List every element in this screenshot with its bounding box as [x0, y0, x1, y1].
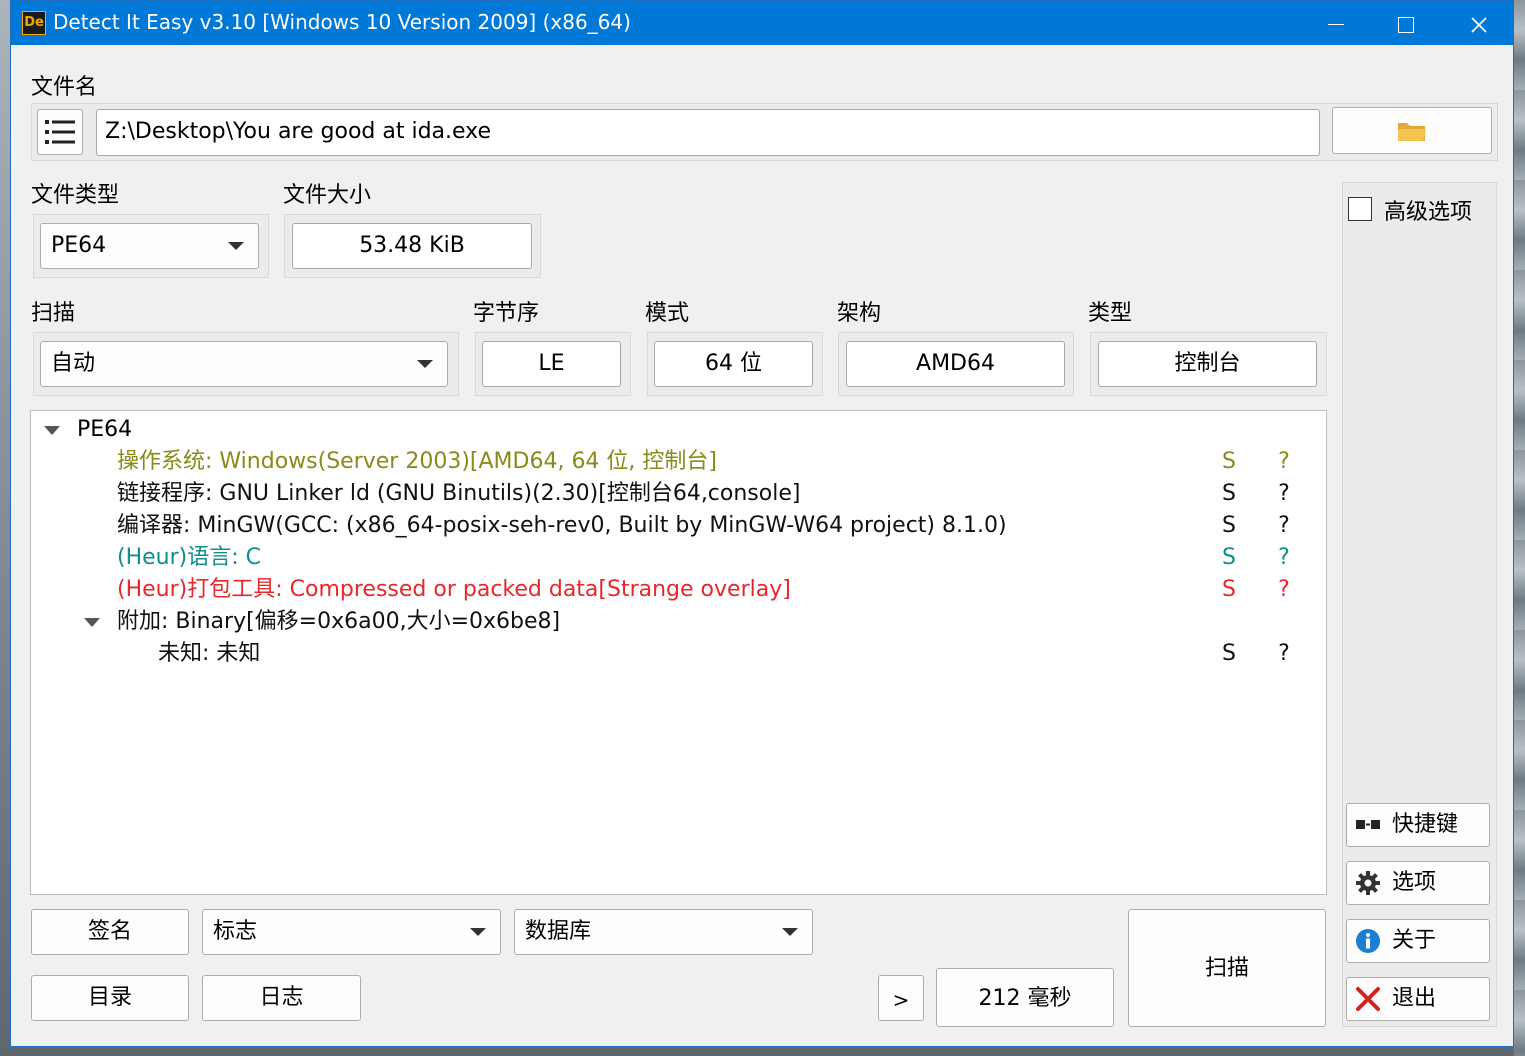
chevron-down-icon: [782, 928, 798, 936]
arch-label: 架构: [837, 301, 882, 326]
info-question-link[interactable]: ?: [1274, 639, 1294, 669]
info-question-link[interactable]: ?: [1274, 511, 1294, 541]
scan-button[interactable]: 扫描: [1128, 909, 1326, 1027]
tree-root-label: PE64: [77, 417, 133, 442]
tree-row-text: 附加: Binary[偏移=0x6a00,大小=0x6be8]: [117, 609, 561, 634]
tree-row-overlay[interactable]: 附加: Binary[偏移=0x6a00,大小=0x6be8]: [31, 607, 1326, 637]
file-type-select[interactable]: PE64: [40, 223, 259, 269]
tree-row-linker[interactable]: 链接程序: GNU Linker ld (GNU Binutils)(2.30)…: [31, 479, 1326, 509]
minimize-button[interactable]: [1301, 1, 1371, 45]
file-size-label: 文件大小: [283, 183, 372, 208]
exit-button[interactable]: 退出: [1346, 977, 1490, 1021]
maximize-icon: [1398, 16, 1414, 33]
flags-select-label: 标志: [213, 919, 258, 944]
app-window: De Detect It Easy v3.10 [Windows 10 Vers…: [10, 0, 1514, 1047]
advanced-options-checkbox[interactable]: [1348, 197, 1372, 221]
about-label: 关于: [1392, 928, 1437, 953]
type-value: 控制台: [1098, 341, 1317, 387]
close-icon: [1471, 16, 1487, 33]
minimize-icon: [1328, 23, 1344, 26]
results-tree[interactable]: PE64 操作系统: Windows(Server 2003)[AMD64, 6…: [30, 410, 1327, 895]
scan-mode-select[interactable]: 自动: [40, 341, 448, 387]
chevron-down-icon: [417, 360, 433, 368]
title-bar[interactable]: De Detect It Easy v3.10 [Windows 10 Vers…: [11, 1, 1513, 45]
tree-row-compiler[interactable]: 编译器: MinGW(GCC: (x86_64-posix-seh-rev0, …: [31, 511, 1326, 541]
signature-s-link[interactable]: S: [1219, 543, 1239, 573]
scan-mode-label: 扫描: [31, 301, 76, 326]
file-type-label: 文件类型: [31, 183, 120, 208]
recent-files-button[interactable]: [37, 109, 83, 155]
window-title: Detect It Easy v3.10 [Windows 10 Version…: [53, 10, 631, 34]
arch-value: AMD64: [846, 341, 1065, 387]
desktop-background-strip: [1514, 0, 1525, 1056]
tree-row-text: 未知: 未知: [158, 641, 261, 666]
file-name-label: 文件名: [31, 75, 98, 100]
app-logo-icon: De: [22, 11, 46, 35]
tree-row-os[interactable]: 操作系统: Windows(Server 2003)[AMD64, 64 位, …: [31, 447, 1326, 477]
folder-icon: [1398, 123, 1426, 141]
advanced-options-label[interactable]: 高级选项: [1384, 194, 1472, 226]
signature-s-link[interactable]: S: [1219, 447, 1239, 477]
info-icon: [1356, 929, 1380, 953]
gear-icon: [1356, 871, 1380, 895]
mode-label: 模式: [645, 301, 690, 326]
maximize-button[interactable]: [1371, 1, 1441, 45]
mode-value: 64 位: [654, 341, 813, 387]
elapsed-time-button[interactable]: 212 毫秒: [936, 968, 1114, 1027]
type-label: 类型: [1088, 301, 1133, 326]
file-type-value: PE64: [51, 233, 107, 258]
close-icon: [1356, 987, 1380, 1011]
signature-s-link[interactable]: S: [1219, 575, 1239, 605]
tree-row-text: (Heur)打包工具: Compressed or packed data[St…: [117, 577, 791, 602]
open-file-button[interactable]: [1332, 107, 1492, 154]
shortcuts-label: 快捷键: [1392, 812, 1459, 837]
directory-button[interactable]: 目录: [31, 975, 189, 1021]
tree-row-overlay-child[interactable]: 未知: 未知 S ?: [31, 639, 1326, 669]
database-select[interactable]: 数据库: [514, 909, 813, 955]
database-select-label: 数据库: [525, 919, 592, 944]
scan-mode-value: 自动: [51, 351, 96, 376]
expand-caret-icon[interactable]: [84, 618, 100, 627]
tree-row-text: 编译器: MinGW(GCC: (x86_64-posix-seh-rev0, …: [117, 513, 1007, 538]
info-question-link[interactable]: ?: [1274, 447, 1294, 477]
info-question-link[interactable]: ?: [1274, 543, 1294, 573]
options-label: 选项: [1392, 870, 1437, 895]
tree-row-text: 链接程序: GNU Linker ld (GNU Binutils)(2.30)…: [117, 481, 801, 506]
endianness-label: 字节序: [473, 301, 540, 326]
chevron-down-icon: [228, 242, 244, 250]
file-path-input[interactable]: Z:\Desktop\You are good at ida.exe: [96, 109, 1320, 156]
more-button[interactable]: >: [878, 975, 924, 1021]
info-question-link[interactable]: ?: [1274, 575, 1294, 605]
info-question-link[interactable]: ?: [1274, 479, 1294, 509]
signature-s-link[interactable]: S: [1219, 511, 1239, 541]
options-button[interactable]: 选项: [1346, 861, 1490, 905]
tree-row-language[interactable]: (Heur)语言: C S ?: [31, 543, 1326, 573]
chevron-down-icon: [470, 928, 486, 936]
endianness-value: LE: [482, 341, 621, 387]
about-button[interactable]: 关于: [1346, 919, 1490, 963]
signature-s-link[interactable]: S: [1219, 479, 1239, 509]
tree-root[interactable]: PE64: [31, 415, 1326, 445]
close-window-button[interactable]: [1444, 1, 1514, 45]
signatures-button[interactable]: 签名: [31, 909, 189, 955]
exit-label: 退出: [1392, 986, 1437, 1011]
tree-row-text: (Heur)语言: C: [117, 545, 261, 570]
shortcut-icon: [1356, 820, 1380, 829]
file-size-value: 53.48 KiB: [292, 223, 532, 269]
hamburger-icon: [45, 120, 75, 144]
signature-s-link[interactable]: S: [1219, 639, 1239, 669]
flags-select[interactable]: 标志: [202, 909, 501, 955]
shortcuts-button[interactable]: 快捷键: [1346, 803, 1490, 847]
log-button[interactable]: 日志: [202, 975, 361, 1021]
tree-row-packer[interactable]: (Heur)打包工具: Compressed or packed data[St…: [31, 575, 1326, 605]
expand-caret-icon[interactable]: [44, 426, 60, 435]
tree-row-text: 操作系统: Windows(Server 2003)[AMD64, 64 位, …: [117, 449, 717, 474]
